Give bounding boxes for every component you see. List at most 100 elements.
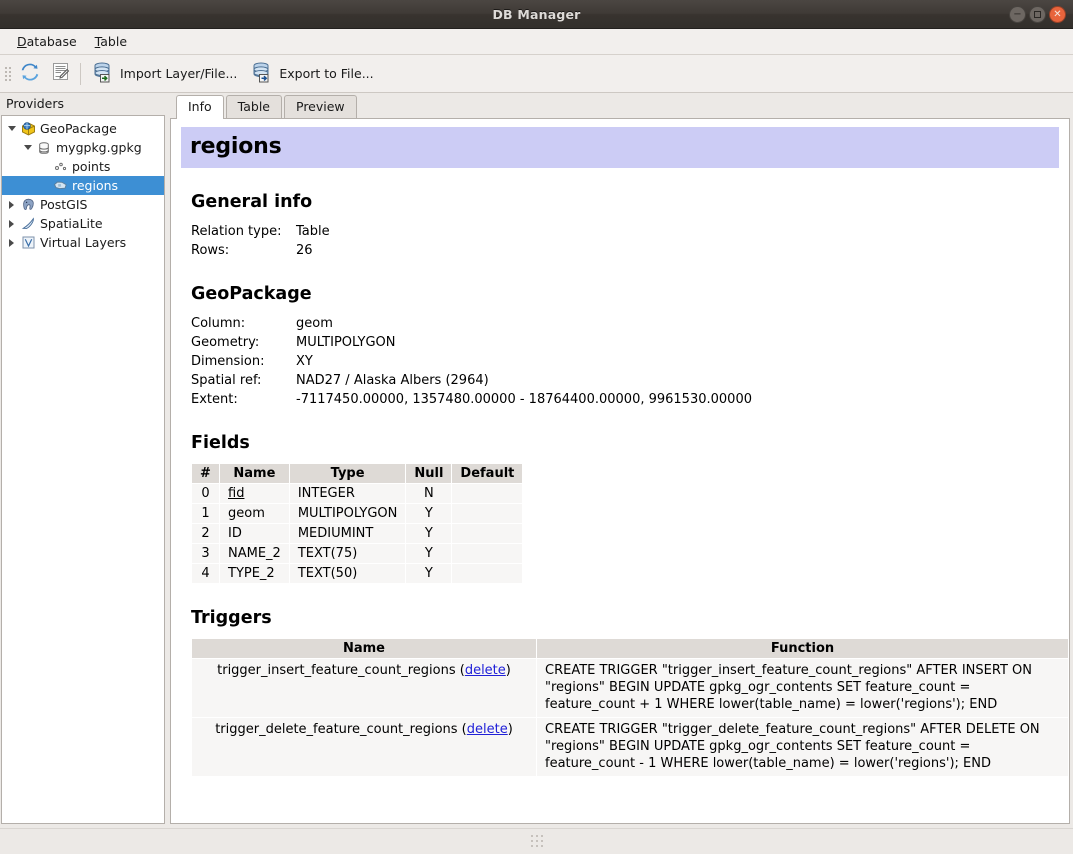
column-header-null: Null [406, 464, 452, 484]
tree-item-postgis[interactable]: PostGIS [2, 195, 164, 214]
info-key: Relation type: [191, 222, 296, 241]
info-key: Dimension: [191, 352, 296, 371]
info-row: Dimension: XY [191, 352, 1059, 371]
field-type: TEXT(75) [289, 544, 406, 564]
expand-arrow-right-icon[interactable] [4, 201, 19, 209]
tree-item-points[interactable]: points [2, 157, 164, 176]
tree-item-label: SpatiaLite [37, 216, 103, 231]
delete-trigger-link[interactable]: delete [465, 663, 506, 678]
expand-arrow-down-icon[interactable] [4, 126, 19, 131]
fields-heading: Fields [191, 433, 1059, 453]
trigger-name-cell: trigger_delete_feature_count_regions (de… [192, 718, 537, 777]
window-title: DB Manager [0, 7, 1073, 22]
info-row: Rows: 26 [191, 241, 1059, 260]
field-default [452, 544, 523, 564]
field-num: 4 [192, 564, 220, 584]
providers-panel: Providers GeoPackage [0, 93, 168, 828]
tree-item-geopackage[interactable]: GeoPackage [2, 119, 164, 138]
geopackage-heading: GeoPackage [191, 284, 1059, 304]
providers-title: Providers [0, 93, 168, 115]
tree-item-label: mygpkg.gpkg [53, 140, 142, 155]
tab-strip: Info Table Preview [170, 94, 1070, 118]
table-header-row: # Name Type Null Default [192, 464, 523, 484]
info-key: Rows: [191, 241, 296, 260]
sql-window-icon [51, 62, 70, 85]
field-name: fid [220, 484, 290, 504]
column-header-trigger-name: Name [192, 639, 537, 659]
close-button[interactable]: ✕ [1049, 6, 1066, 23]
export-to-file-label: Export to File... [279, 66, 373, 81]
primary-key-name: fid [228, 486, 244, 501]
field-type: MULTIPOLYGON [289, 504, 406, 524]
info-row: Relation type: Table [191, 222, 1059, 241]
triggers-heading: Triggers [191, 608, 1059, 628]
trigger-function: CREATE TRIGGER "trigger_insert_feature_c… [537, 659, 1069, 718]
trigger-name: trigger_insert_feature_count_regions [217, 663, 455, 678]
info-key: Spatial ref: [191, 371, 296, 390]
toolbar: Import Layer/File... Export to File... [0, 55, 1073, 93]
field-default [452, 484, 523, 504]
tree-item-virtual-layers[interactable]: Virtual Layers [2, 233, 164, 252]
splitter-handle[interactable] [531, 835, 543, 847]
providers-tree[interactable]: GeoPackage mygpkg.gpkg [1, 115, 165, 824]
postgis-icon [19, 197, 37, 212]
info-row: Spatial ref: NAD27 / Alaska Albers (2964… [191, 371, 1059, 390]
tree-item-label: points [69, 159, 110, 174]
refresh-button[interactable] [15, 59, 45, 89]
info-document: regions General info Relation type: Tabl… [179, 125, 1061, 777]
sql-window-button[interactable] [45, 59, 75, 89]
table-row: trigger_insert_feature_count_regions (de… [192, 659, 1069, 718]
menu-bar: Database Table [0, 29, 1073, 55]
delete-trigger-link[interactable]: delete [467, 722, 508, 737]
window-controls: − ✕ [1009, 0, 1066, 29]
table-row: 2 ID MEDIUMINT Y [192, 524, 523, 544]
minimize-button[interactable]: − [1009, 6, 1026, 23]
info-value: XY [296, 352, 313, 371]
expand-arrow-down-icon[interactable] [20, 145, 35, 150]
info-value: Table [296, 222, 330, 241]
tree-item-spatialite[interactable]: SpatiaLite [2, 214, 164, 233]
column-header-name: Name [220, 464, 290, 484]
tab-preview[interactable]: Preview [284, 95, 357, 118]
table-header-row: Name Function [192, 639, 1069, 659]
trigger-name-cell: trigger_insert_feature_count_regions (de… [192, 659, 537, 718]
page-title: regions [181, 127, 1059, 168]
tree-item-mygpkg-gpkg[interactable]: mygpkg.gpkg [2, 138, 164, 157]
menu-table[interactable]: Table [86, 31, 136, 52]
geopackage-info-list: Column: geom Geometry: MULTIPOLYGON Dime… [191, 314, 1059, 409]
toolbar-separator [80, 63, 81, 85]
column-header-type: Type [289, 464, 406, 484]
info-value: MULTIPOLYGON [296, 333, 396, 352]
field-name: ID [220, 524, 290, 544]
tab-table[interactable]: Table [226, 95, 282, 118]
table-row: 1 geom MULTIPOLYGON Y [192, 504, 523, 524]
field-type: INTEGER [289, 484, 406, 504]
general-info-list: Relation type: Table Rows: 26 [191, 222, 1059, 260]
menu-database[interactable]: Database [8, 31, 86, 52]
tree-item-regions[interactable]: regions [2, 176, 164, 195]
info-key: Geometry: [191, 333, 296, 352]
info-key: Column: [191, 314, 296, 333]
point-layer-icon [51, 159, 69, 174]
status-bar [0, 828, 1073, 854]
table-row: 4 TYPE_2 TEXT(50) Y [192, 564, 523, 584]
info-key: Extent: [191, 390, 296, 409]
column-header-default: Default [452, 464, 523, 484]
field-num: 3 [192, 544, 220, 564]
field-default [452, 564, 523, 584]
field-num: 1 [192, 504, 220, 524]
tab-info[interactable]: Info [176, 95, 224, 119]
table-row: 3 NAME_2 TEXT(75) Y [192, 544, 523, 564]
import-layer-button[interactable]: Import Layer/File... [86, 59, 245, 89]
expand-arrow-right-icon[interactable] [4, 239, 19, 247]
expand-arrow-right-icon[interactable] [4, 220, 19, 228]
toolbar-drag-handle[interactable] [4, 63, 11, 85]
geopackage-icon [19, 121, 37, 136]
virtual-layers-icon [19, 235, 37, 250]
tree-item-label: PostGIS [37, 197, 87, 212]
maximize-button[interactable] [1029, 6, 1046, 23]
info-value: 26 [296, 241, 313, 260]
field-default [452, 504, 523, 524]
info-value: geom [296, 314, 333, 333]
export-to-file-button[interactable]: Export to File... [245, 59, 381, 89]
